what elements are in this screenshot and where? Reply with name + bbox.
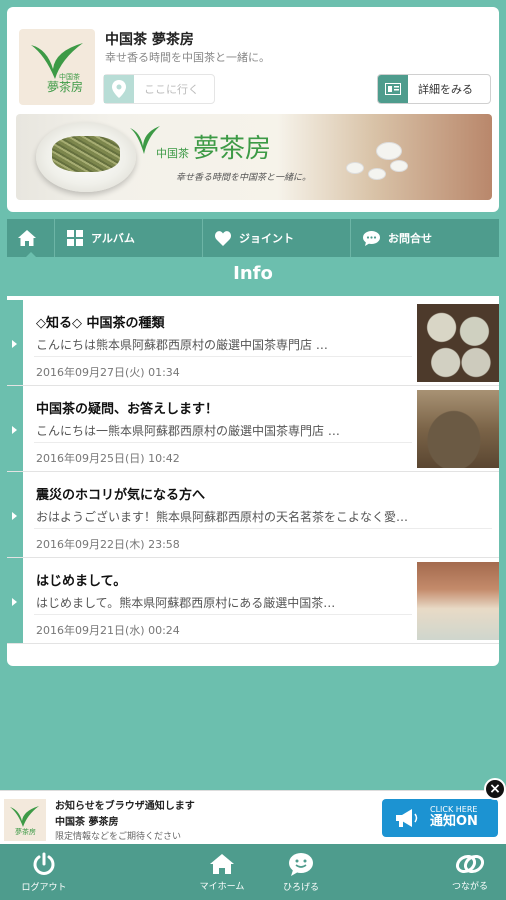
home-icon	[210, 853, 234, 874]
goto-map-button[interactable]: ここに行く	[103, 74, 215, 104]
divider	[34, 528, 492, 529]
notify-on-button[interactable]: CLICK HERE 通知ON	[382, 799, 498, 837]
nav-contact[interactable]: お問合せ	[351, 219, 499, 257]
divider	[34, 442, 412, 443]
notify-logo: 夢茶房	[4, 799, 46, 841]
post-excerpt: おはようございます！熊本県阿蘇郡西原村の天名茗茶をこよなく愛…	[36, 510, 409, 524]
tab-myhome-label: マイホーム	[199, 881, 245, 892]
post-date: 2016年09月21日(水) 00:24	[36, 624, 180, 637]
divider	[34, 356, 412, 357]
post-title: 震災のホコリが気になる方へ	[36, 488, 206, 503]
tea-set-image	[346, 142, 426, 192]
chevron-right-icon	[12, 512, 17, 520]
svg-text:夢茶房: 夢茶房	[47, 79, 83, 94]
nav-joint-label: ジョイント	[239, 232, 294, 245]
post-title: ◇知る◇ 中国茶の種類	[36, 316, 165, 331]
post-title: 中国茶の疑問、お答えします！	[36, 402, 219, 417]
divider	[34, 614, 412, 615]
post-date: 2016年09月27日(火) 01:34	[36, 366, 180, 379]
shop-logo[interactable]: 中国茶 夢茶房	[19, 29, 95, 105]
push-notify-banner: 夢茶房 お知らせをブラウザ通知します 中国茶 夢茶房 限定情報などをご期待くださ…	[0, 790, 506, 844]
leaf-logo-icon: 夢茶房	[10, 806, 39, 836]
notify-btn-caption: CLICK HERE	[430, 805, 478, 815]
nav-joint[interactable]: ジョイント	[203, 219, 351, 257]
bottom-tab-bar: ログアウト マイホーム ひろげる つながる	[0, 844, 506, 900]
tea-leaves-image	[52, 136, 120, 172]
album-icon	[67, 230, 83, 246]
post-title: はじめまして。	[36, 574, 127, 589]
list-item[interactable]: ◇知る◇ 中国茶の種類 こんにちは熊本県阿蘇郡西原村の厳選中国茶専門店 … 20…	[7, 300, 499, 386]
shop-header-card: 中国茶 夢茶房 中国茶 夢茶房 幸せ香る時間を中国茶と一緒に。 ここに行く 詳細…	[7, 7, 499, 212]
post-list: ◇知る◇ 中国茶の種類 こんにちは熊本県阿蘇郡西原村の厳選中国茶専門店 … 20…	[7, 296, 499, 666]
item-accent-bar	[7, 300, 23, 385]
notify-sub: 限定情報などをご期待ください	[55, 832, 182, 842]
detail-card-icon	[378, 75, 408, 103]
post-date: 2016年09月22日(木) 23:58	[36, 538, 180, 551]
tab-connect-label: つながる	[451, 881, 488, 892]
shop-tagline: 幸せ香る時間を中国茶と一緒に。	[105, 51, 270, 64]
notify-btn-label: 通知ON	[430, 814, 478, 830]
power-icon	[33, 852, 55, 875]
tab-connect[interactable]: つながる	[440, 844, 500, 900]
post-excerpt: こんにちは熊本県阿蘇郡西原村の厳選中国茶専門店 …	[36, 338, 328, 352]
section-title: Info	[7, 257, 499, 289]
smile-chat-icon	[289, 852, 313, 876]
chat-icon	[363, 230, 380, 246]
tab-logout[interactable]: ログアウト	[14, 844, 74, 900]
map-pin-icon	[104, 75, 134, 103]
chevron-right-icon	[12, 340, 17, 348]
chevron-right-icon	[12, 426, 17, 434]
post-thumbnail	[417, 390, 499, 468]
heart-icon	[215, 230, 231, 246]
post-excerpt: はじめまして。熊本県阿蘇郡西原村にある厳選中国茶…	[36, 596, 336, 610]
post-thumbnail	[417, 304, 499, 382]
notify-message: お知らせをブラウザ通知します	[55, 801, 195, 812]
detail-button[interactable]: 詳細をみる	[377, 74, 491, 104]
main-nav: アルバム ジョイント お問合せ	[7, 219, 499, 258]
detail-label: 詳細をみる	[418, 83, 473, 96]
nav-contact-label: お問合せ	[388, 232, 432, 245]
item-accent-bar	[7, 558, 23, 643]
nav-album[interactable]: アルバム	[55, 219, 203, 257]
list-item[interactable]: 震災のホコリが気になる方へ おはようございます！熊本県阿蘇郡西原村の天名茗茶をこ…	[7, 472, 499, 558]
list-item[interactable]: 中国茶の疑問、お答えします！ こんにちは一熊本県阿蘇郡西原村の厳選中国茶専門店 …	[7, 386, 499, 472]
tab-myhome[interactable]: マイホーム	[192, 844, 252, 900]
notify-shop-name: 中国茶 夢茶房	[55, 817, 119, 828]
item-accent-bar	[7, 472, 23, 557]
link-icon	[455, 854, 485, 873]
shop-banner: 中国茶 夢茶房 幸せ香る時間を中国茶と一緒に。	[16, 114, 492, 200]
shop-name: 中国茶 夢茶房	[105, 32, 194, 48]
tab-share-label: ひろげる	[282, 882, 319, 893]
leaf-logo-icon: 中国茶 夢茶房	[31, 43, 83, 94]
megaphone-icon	[396, 809, 418, 827]
home-icon	[17, 230, 36, 246]
close-icon[interactable]: ×	[484, 778, 506, 800]
banner-title: 中国茶 夢茶房	[156, 134, 272, 164]
item-accent-bar	[7, 386, 23, 471]
nav-album-label: アルバム	[91, 232, 135, 245]
list-item[interactable]: はじめまして。 はじめまして。熊本県阿蘇郡西原村にある厳選中国茶… 2016年0…	[7, 558, 499, 644]
post-thumbnail	[417, 562, 499, 640]
post-excerpt: こんにちは一熊本県阿蘇郡西原村の厳選中国茶専門店 …	[36, 424, 340, 438]
banner-subtitle: 幸せ香る時間を中国茶と一緒に。	[176, 173, 312, 183]
post-date: 2016年09月25日(日) 10:42	[36, 452, 180, 465]
tab-logout-label: ログアウト	[21, 882, 67, 893]
goto-label: ここに行く	[144, 83, 199, 96]
tab-share[interactable]: ひろげる	[271, 844, 331, 900]
chevron-right-icon	[12, 598, 17, 606]
nav-home[interactable]	[7, 219, 55, 258]
svg-text:夢茶房: 夢茶房	[15, 827, 36, 836]
